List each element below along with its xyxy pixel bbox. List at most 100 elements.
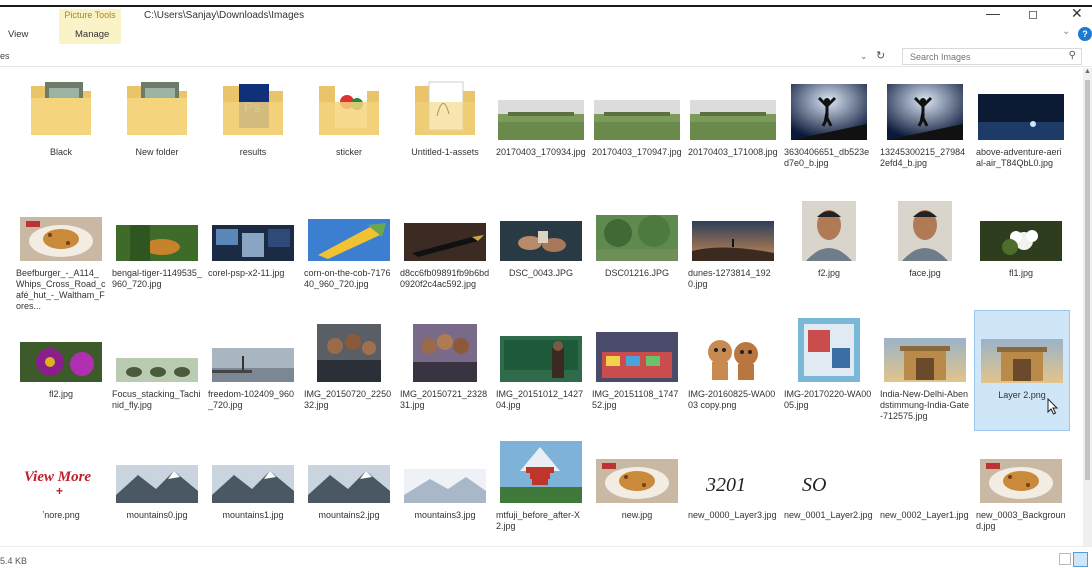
- file-item[interactable]: bengal-tiger-1149535_960_720.jpg: [110, 189, 206, 310]
- refresh-icon[interactable]: ↻: [876, 49, 885, 62]
- file-item[interactable]: DSC01216.JPG: [590, 189, 686, 310]
- folder-item[interactable]: Black: [14, 68, 110, 189]
- image-thumbnail: [978, 459, 1064, 503]
- file-item[interactable]: above-adventure-aerial-air_T84QbL0.jpg: [974, 68, 1070, 189]
- title-bar: Picture Tools C:\Users\Sanjay\Downloads\…: [0, 0, 1092, 44]
- image-thumbnail: [690, 221, 776, 261]
- file-name-label: mountains1.jpg: [222, 510, 284, 520]
- folder-item[interactable]: sticker: [302, 68, 398, 189]
- search-icon[interactable]: ⚲: [1069, 50, 1076, 61]
- file-name-label: New folder: [135, 147, 179, 157]
- folder-item[interactable]: Ps results: [206, 68, 302, 189]
- close-button[interactable]: ✕: [1071, 5, 1083, 22]
- image-thumbnail: [979, 339, 1065, 383]
- details-view-icon[interactable]: [1059, 553, 1071, 565]
- file-name-label: IMG_20151012_142704.jpg: [496, 389, 584, 410]
- mouse-cursor-icon: [1047, 398, 1059, 415]
- file-item[interactable]: new_0002_Layer1.jpg: [878, 431, 974, 546]
- file-grid: Black New folder Ps results sticker Untitled-…: [14, 68, 1082, 546]
- folder-item[interactable]: Untitled-1-assets: [398, 68, 494, 189]
- scroll-up-icon[interactable]: ▲: [1084, 68, 1091, 75]
- file-item[interactable]: IMG_20150721_232831.jpg: [398, 310, 494, 431]
- file-name-label: new_0000_Layer3.jpg: [688, 510, 777, 520]
- file-item[interactable]: 3630406651_db523ed7e0_b.jpg: [782, 68, 878, 189]
- file-name-label: corn-on-the-cob-717640_960_720.jpg: [304, 268, 391, 289]
- folder-icon: [18, 76, 104, 140]
- folder-item[interactable]: New folder: [110, 68, 206, 189]
- file-item[interactable]: View More + ʼnore.png: [14, 431, 110, 546]
- minimize-button[interactable]: —: [986, 5, 1000, 21]
- file-view: Black New folder Ps results sticker Untitled-…: [0, 68, 1082, 546]
- file-item[interactable]: face.jpg: [878, 189, 974, 310]
- file-item[interactable]: 20170403_170934.jpg: [494, 68, 590, 189]
- tab-manage[interactable]: Manage: [75, 29, 109, 40]
- file-item[interactable]: SO new_0001_Layer2.jpg: [782, 431, 878, 546]
- folder-icon: [114, 76, 200, 140]
- tab-view[interactable]: View: [8, 29, 28, 40]
- status-bar: 5.4 KB: [0, 546, 1092, 569]
- file-item[interactable]: mountains3.jpg: [398, 431, 494, 546]
- file-item[interactable]: new.jpg: [590, 431, 686, 546]
- file-name-label: 20170403_170947.jpg: [592, 147, 682, 157]
- file-item[interactable]: DSC_0043.JPG: [494, 189, 590, 310]
- file-item[interactable]: India-New-Delhi-Abendstimmung-India-Gate…: [878, 310, 974, 431]
- file-item[interactable]: corn-on-the-cob-717640_960_720.jpg: [302, 189, 398, 310]
- folder-icon: Ps: [210, 76, 296, 140]
- image-thumbnail: [594, 459, 680, 503]
- file-item[interactable]: mountains2.jpg: [302, 431, 398, 546]
- file-item[interactable]: mtfuji_before_after-X2.jpg: [494, 431, 590, 546]
- search-input[interactable]: [903, 49, 1053, 64]
- file-item[interactable]: fl2.jpg: [14, 310, 110, 431]
- file-name-label: IMG_20150721_232831.jpg: [400, 389, 488, 410]
- file-item[interactable]: IMG-20170220-WA0005.jpg: [782, 310, 878, 431]
- file-name-label: corel-psp-x2-11.jpg: [208, 268, 285, 278]
- file-name-label: new.jpg: [621, 510, 653, 520]
- image-thumbnail: [402, 469, 488, 503]
- ribbon-expand-icon[interactable]: ⌄: [1062, 26, 1070, 37]
- image-thumbnail: [210, 348, 296, 382]
- file-item[interactable]: mountains0.jpg: [110, 431, 206, 546]
- image-thumbnail: [882, 463, 968, 503]
- file-name-label: DSC_0043.JPG: [508, 268, 574, 278]
- file-item[interactable]: IMG_20151108_174752.jpg: [590, 310, 686, 431]
- address-path[interactable]: es: [0, 51, 10, 61]
- scrollbar-thumb[interactable]: [1085, 80, 1090, 480]
- file-name-label: bengal-tiger-1149535_960_720.jpg: [112, 268, 202, 289]
- file-item[interactable]: mountains1.jpg: [206, 431, 302, 546]
- file-name-label: mountains0.jpg: [126, 510, 188, 520]
- image-thumbnail: [114, 358, 200, 382]
- file-item[interactable]: 3201 new_0000_Layer3.jpg: [686, 431, 782, 546]
- file-name-label: ʼnore.png: [42, 510, 80, 520]
- large-icons-view-icon[interactable]: [1073, 552, 1088, 567]
- status-text: 5.4 KB: [0, 556, 28, 566]
- file-item[interactable]: freedom-102409_960_720.jpg: [206, 310, 302, 431]
- address-dropdown-icon[interactable]: ⌄: [860, 51, 868, 62]
- file-item[interactable]: IMG_20150720_225032.jpg: [302, 310, 398, 431]
- image-thumbnail: [786, 201, 872, 261]
- file-item[interactable]: 20170403_171008.jpg: [686, 68, 782, 189]
- file-item[interactable]: dunes-1273814_1920.jpg: [686, 189, 782, 310]
- file-item[interactable]: Focus_stacking_Tachinid_fly.jpg: [110, 310, 206, 431]
- search-box[interactable]: ⚲: [902, 48, 1082, 65]
- file-item[interactable]: d8cc6fb09891fb9b6bd0920f2c4ac592.jpg: [398, 189, 494, 310]
- maximize-button[interactable]: ◻: [1028, 7, 1038, 21]
- image-thumbnail: [402, 324, 488, 382]
- file-name-label: new_0001_Layer2.jpg: [784, 510, 873, 520]
- file-item[interactable]: IMG_20151012_142704.jpg: [494, 310, 590, 431]
- file-item[interactable]: 13245300215_279842efd4_b.jpg: [878, 68, 974, 189]
- file-item[interactable]: f2.jpg: [782, 189, 878, 310]
- image-thumbnail: [306, 324, 392, 382]
- file-name-label: mountains3.jpg: [414, 510, 476, 520]
- file-name-label: 20170403_170934.jpg: [496, 147, 586, 157]
- file-name-label: IMG-20170220-WA0005.jpg: [784, 389, 872, 410]
- file-item[interactable]: 20170403_170947.jpg: [590, 68, 686, 189]
- image-thumbnail: [882, 338, 968, 382]
- file-item[interactable]: IMG-20160825-WA0003 copy.png: [686, 310, 782, 431]
- help-icon[interactable]: ?: [1078, 27, 1092, 41]
- file-item[interactable]: fl1.jpg: [974, 189, 1070, 310]
- file-item[interactable]: Beefburger_-_A114_Whips_Cross_Road_café_…: [14, 189, 110, 311]
- file-name-label: above-adventure-aerial-air_T84QbL0.jpg: [976, 147, 1062, 168]
- file-item[interactable]: new_0003_Background.jpg: [974, 431, 1070, 546]
- vertical-scrollbar[interactable]: ▲: [1083, 68, 1092, 546]
- file-item[interactable]: corel-psp-x2-11.jpg: [206, 189, 302, 310]
